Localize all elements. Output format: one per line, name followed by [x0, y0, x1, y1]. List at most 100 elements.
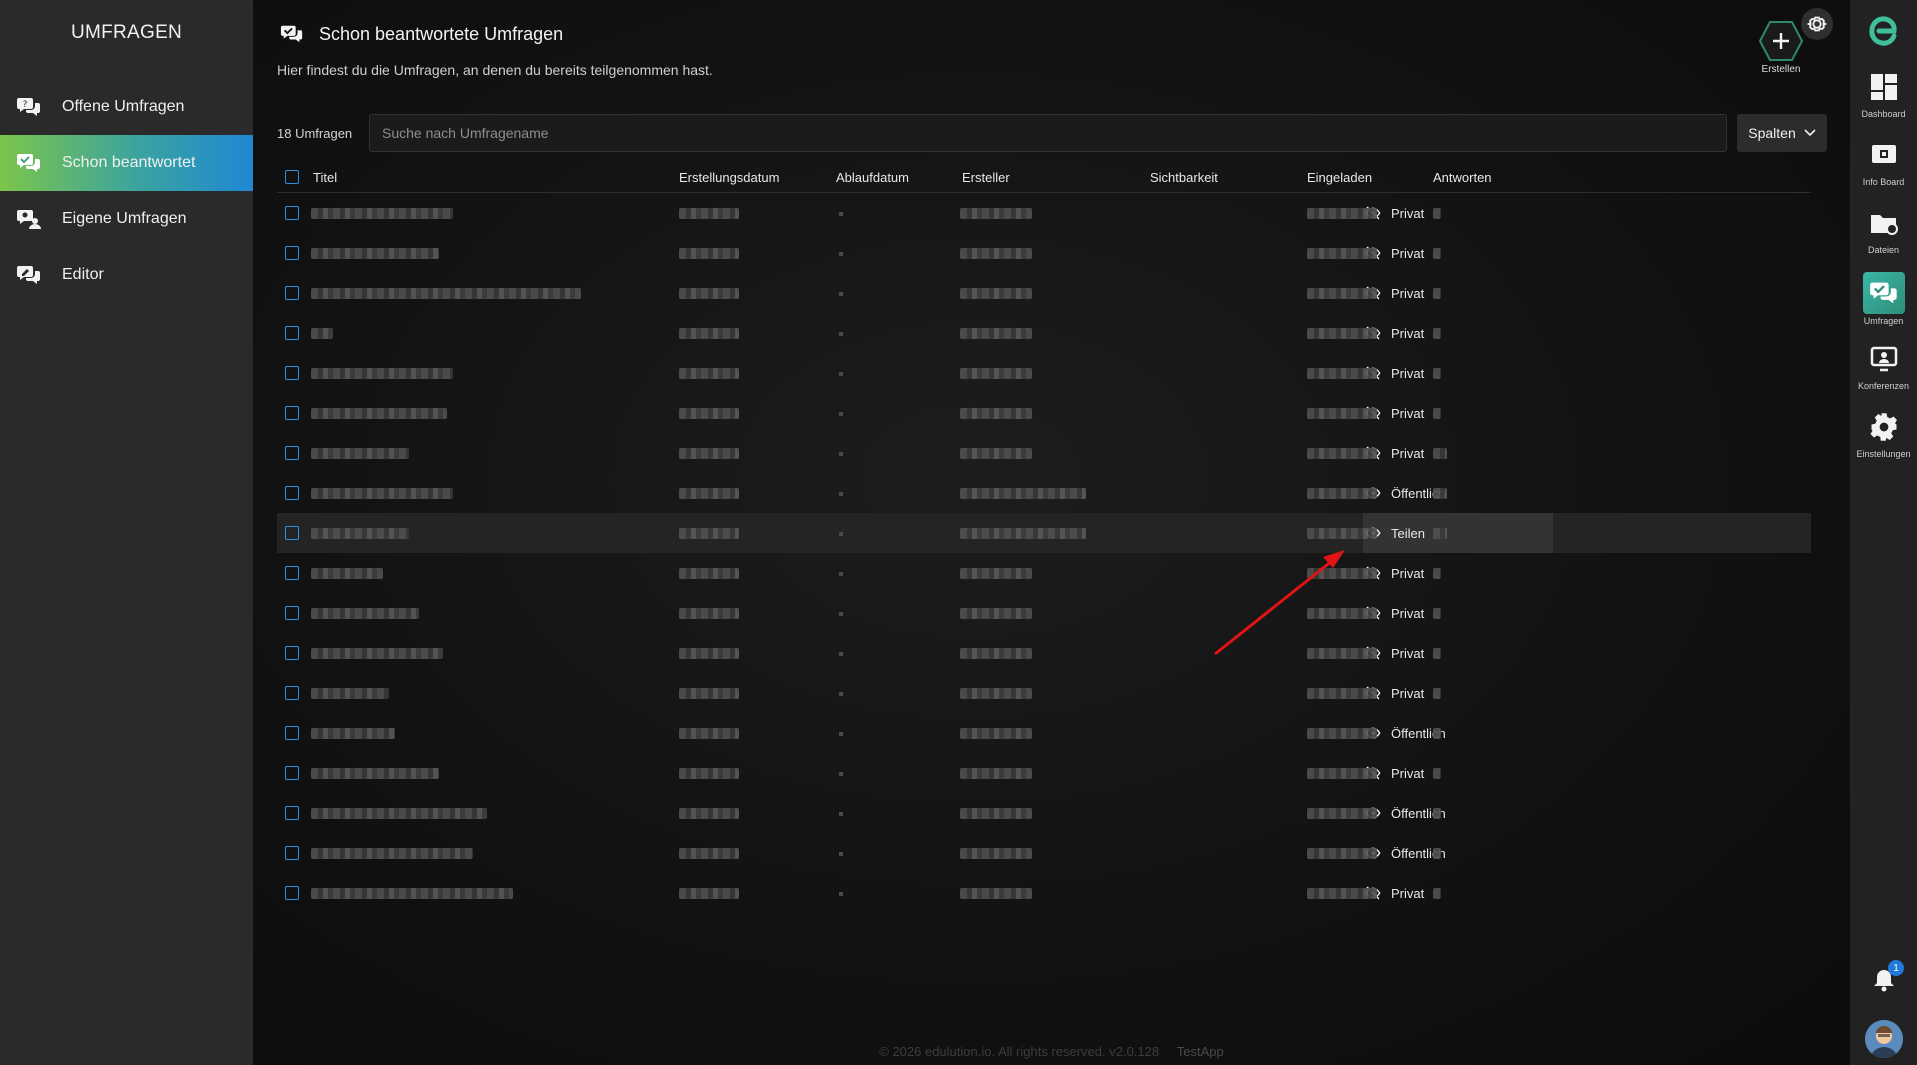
rail-item-konferenzen[interactable]: Konferenzen	[1850, 342, 1917, 404]
rail-item-umfragen[interactable]: Umfragen	[1850, 272, 1917, 334]
title-cell-redacted[interactable]	[311, 568, 383, 579]
row-checkbox[interactable]	[285, 406, 299, 420]
title-cell-redacted[interactable]	[311, 528, 409, 539]
avatar[interactable]	[1865, 1020, 1903, 1058]
answers-cell-redacted	[1433, 608, 1441, 619]
title-cell-redacted[interactable]	[311, 808, 487, 819]
table-row[interactable]: Teilen	[277, 513, 1811, 553]
sidebar-title: UMFRAGEN	[70, 22, 183, 43]
row-checkbox[interactable]	[285, 886, 299, 900]
search-input[interactable]	[369, 114, 1727, 152]
row-checkbox[interactable]	[285, 246, 299, 260]
table-row[interactable]: Privat	[277, 633, 1811, 673]
expiry-cell-empty	[839, 692, 843, 696]
title-cell-redacted[interactable]	[311, 608, 419, 619]
table-row[interactable]: Privat	[277, 233, 1811, 273]
columns-button[interactable]: Spalten	[1737, 114, 1827, 152]
table-row[interactable]: Privat	[277, 393, 1811, 433]
rail-item-dashboard[interactable]: Dashboard	[1850, 70, 1917, 132]
column-header-invited[interactable]: Eingeladen	[1307, 170, 1372, 185]
title-cell-redacted[interactable]	[311, 768, 439, 779]
row-checkbox[interactable]	[285, 846, 299, 860]
title-cell-redacted[interactable]	[311, 288, 581, 299]
row-checkbox[interactable]	[285, 806, 299, 820]
column-header-creator[interactable]: Ersteller	[962, 170, 1010, 185]
sidebar-item-offene-umfragen[interactable]: ? Offene Umfragen	[0, 79, 253, 135]
sidebar-item-schon-beantwortet[interactable]: Schon beantwortet	[0, 135, 253, 191]
chevron-down-icon	[1804, 129, 1816, 137]
title-cell-redacted[interactable]	[311, 688, 389, 699]
row-checkbox[interactable]	[285, 486, 299, 500]
columns-label: Spalten	[1748, 125, 1796, 141]
answers-cell-redacted	[1433, 448, 1447, 459]
column-header-expiry[interactable]: Ablaufdatum	[836, 170, 909, 185]
row-checkbox[interactable]	[285, 286, 299, 300]
table-row[interactable]: Privat	[277, 593, 1811, 633]
sidebar-item-editor[interactable]: Editor	[0, 247, 253, 303]
row-checkbox[interactable]	[285, 726, 299, 740]
invited-cell-redacted	[1307, 608, 1377, 619]
table-row[interactable]: Privat	[277, 753, 1811, 793]
title-cell-redacted[interactable]	[311, 328, 333, 339]
row-checkbox[interactable]	[285, 366, 299, 380]
table-row[interactable]: Privat	[277, 873, 1811, 913]
row-checkbox[interactable]	[285, 766, 299, 780]
table-row[interactable]: Privat	[277, 273, 1811, 313]
creator-cell-redacted	[960, 648, 1032, 659]
page-settings-button[interactable]	[1801, 8, 1833, 40]
rail-item-info-board[interactable]: Info Board	[1850, 138, 1917, 200]
title-cell-redacted[interactable]	[311, 888, 513, 899]
title-cell-redacted[interactable]	[311, 368, 453, 379]
row-checkbox[interactable]	[285, 446, 299, 460]
column-header-created[interactable]: Erstellungsdatum	[679, 170, 779, 185]
surveys-table: Titel Erstellungsdatum Ablaufdatum Erste…	[277, 164, 1811, 913]
title-cell-redacted[interactable]	[311, 248, 439, 259]
title-cell-redacted[interactable]	[311, 488, 453, 499]
title-cell-redacted[interactable]	[311, 208, 453, 219]
expiry-cell-empty	[839, 452, 843, 456]
row-checkbox[interactable]	[285, 646, 299, 660]
edulution-logo[interactable]	[1867, 14, 1901, 48]
column-header-visibility[interactable]: Sichtbarkeit	[1150, 170, 1218, 185]
table-row[interactable]: Öffentlich	[277, 713, 1811, 753]
visibility-label: Privat	[1391, 205, 1425, 221]
created-cell-redacted	[679, 368, 739, 379]
table-row[interactable]: Privat	[277, 193, 1811, 233]
row-checkbox[interactable]	[285, 566, 299, 580]
row-checkbox[interactable]	[285, 526, 299, 540]
expiry-cell-empty	[839, 772, 843, 776]
title-cell-redacted[interactable]	[311, 648, 443, 659]
column-header-title[interactable]: Titel	[313, 170, 337, 185]
table-row[interactable]: Privat	[277, 433, 1811, 473]
title-cell-redacted[interactable]	[311, 848, 473, 859]
select-all-checkbox[interactable]	[285, 170, 299, 184]
title-cell-redacted[interactable]	[311, 408, 447, 419]
table-row[interactable]: Öffentlich	[277, 793, 1811, 833]
visibility-label: Privat	[1391, 605, 1425, 621]
row-checkbox[interactable]	[285, 606, 299, 620]
column-header-answers[interactable]: Antworten	[1433, 170, 1492, 185]
row-checkbox[interactable]	[285, 206, 299, 220]
table-row[interactable]: Privat	[277, 313, 1811, 353]
footer-app-link[interactable]: TestApp	[1177, 1044, 1224, 1059]
user-avatar-icon	[1865, 1020, 1903, 1058]
table-row[interactable]: Öffentlich	[277, 833, 1811, 873]
sidebar-item-eigene-umfragen[interactable]: Eigene Umfragen	[0, 191, 253, 247]
row-checkbox[interactable]	[285, 326, 299, 340]
table-row[interactable]: Privat	[277, 553, 1811, 593]
title-cell-redacted[interactable]	[311, 448, 409, 459]
table-row[interactable]: Öffentlich	[277, 473, 1811, 513]
table-row[interactable]: Privat	[277, 353, 1811, 393]
create-button[interactable]: Erstellen	[1757, 20, 1805, 82]
title-cell-redacted[interactable]	[311, 728, 395, 739]
created-cell-redacted	[679, 208, 739, 219]
table-row[interactable]: Privat	[277, 673, 1811, 713]
chat-bubbles-check-icon	[279, 22, 305, 46]
rail-item-einstellungen[interactable]: Einstellungen	[1850, 410, 1917, 472]
invited-cell-redacted	[1307, 568, 1377, 579]
gear-icon	[1806, 16, 1828, 32]
row-checkbox[interactable]	[285, 686, 299, 700]
rail-item-dateien[interactable]: Dateien	[1850, 206, 1917, 268]
page-description: Hier findest du die Umfragen, an denen d…	[277, 62, 713, 78]
sidebar-item-label: Eigene Umfragen	[62, 210, 187, 227]
